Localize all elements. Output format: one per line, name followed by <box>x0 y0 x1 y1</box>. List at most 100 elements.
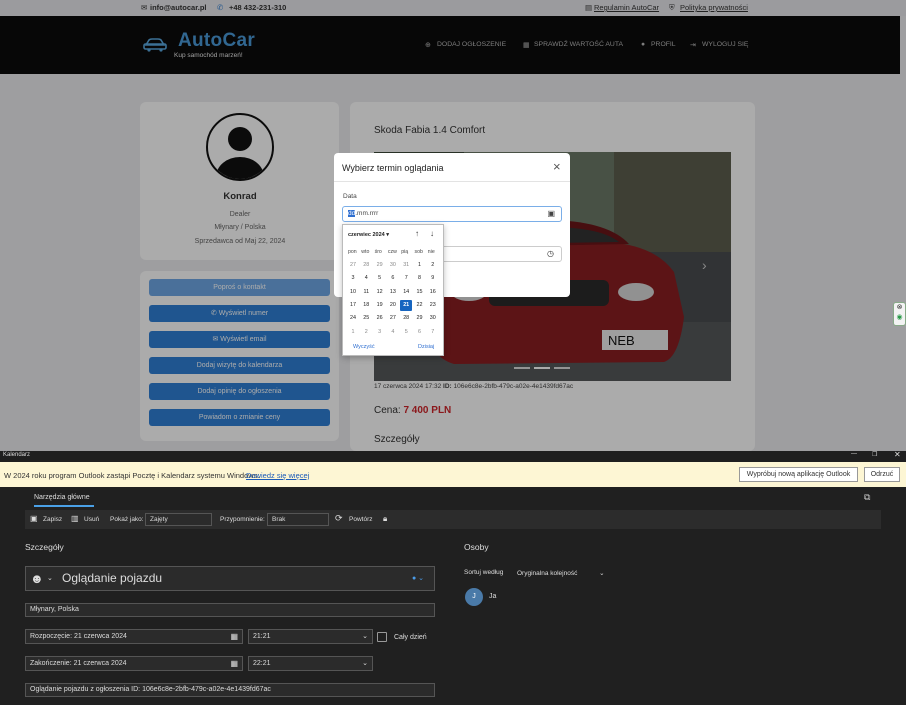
chevron-down-icon[interactable]: ⌄ <box>47 567 53 590</box>
calendar-day[interactable]: 7 <box>400 273 412 284</box>
calendar-day[interactable]: 26 <box>374 313 386 324</box>
calendar-day[interactable]: 30 <box>427 313 439 324</box>
calendar-day[interactable]: 22 <box>414 300 426 311</box>
sort-select[interactable]: Oryginalna kolejność ⌄ <box>517 569 605 577</box>
popout-icon[interactable]: ⧉ <box>864 492 870 503</box>
calendar-day[interactable]: 31 <box>400 260 412 271</box>
calendar-day[interactable]: 9 <box>427 273 439 284</box>
start-label: Rozpoczęcie: <box>30 633 73 640</box>
calendar-icon[interactable]: ▦ <box>230 630 238 643</box>
weekday-pon: pon <box>348 249 357 255</box>
calendar-day[interactable]: 6 <box>414 327 426 338</box>
calendar-day[interactable]: 28 <box>400 313 412 324</box>
calendar-day[interactable]: 21 <box>400 299 413 311</box>
learn-more-link[interactable]: Dowiedz się więcej <box>246 471 309 480</box>
close-window-icon[interactable]: ✕ <box>894 450 901 459</box>
save-button[interactable]: Zapisz <box>43 516 62 523</box>
arrow-down-icon[interactable]: ↓ <box>430 229 434 238</box>
emoji-picker-icon[interactable]: ☻ <box>30 567 44 590</box>
calendar-day[interactable]: 29 <box>374 260 386 271</box>
calendar-day[interactable]: 17 <box>347 300 359 311</box>
info-text: W 2024 roku program Outlook zastąpi Pocz… <box>4 471 260 480</box>
reminder-select[interactable]: Brak <box>267 513 329 526</box>
delete-button[interactable]: Usuń <box>84 516 99 523</box>
person-avatar[interactable]: J <box>465 588 483 606</box>
calendar-day[interactable]: 27 <box>387 313 399 324</box>
details-section-heading: Szczegóły <box>25 542 64 552</box>
calendar-day[interactable]: 3 <box>347 273 359 284</box>
calendar-day[interactable]: 2 <box>360 327 372 338</box>
end-label: Zakończenie: <box>30 660 72 667</box>
calendar-day[interactable]: 30 <box>387 260 399 271</box>
sort-label: Sortuj według <box>464 569 504 576</box>
weekday-wto: wto <box>361 249 370 255</box>
location-input[interactable]: Młynary, Polska <box>25 603 435 617</box>
calendar-day[interactable]: 6 <box>387 273 399 284</box>
browser-viewport: ✉ info@autocar.pl ✆ +48 432-231-310 ▤ Re… <box>0 0 906 451</box>
target-icon[interactable]: ◉ <box>894 313 905 323</box>
end-time-select[interactable]: 22:21 ⌄ <box>248 656 373 671</box>
repeat-button[interactable]: Powtórz <box>349 516 372 523</box>
description-input[interactable]: Oglądanie pojazdu z ogłoszenia ID: 106e6… <box>25 683 435 697</box>
close-circle-icon[interactable]: ⊗ <box>894 303 905 313</box>
calendar-day[interactable]: 13 <box>387 287 399 298</box>
calendar-day[interactable]: 10 <box>347 287 359 298</box>
calendar-day[interactable]: 14 <box>400 287 412 298</box>
weekday-sob: sob <box>414 249 423 255</box>
start-time-select[interactable]: 21:21 ⌄ <box>248 629 373 644</box>
calendar-day[interactable]: 28 <box>360 260 372 271</box>
side-widget[interactable]: ⊗ ◉ <box>893 302 906 326</box>
date-input[interactable]: dd.mm.rrrr ▣ <box>342 206 562 222</box>
event-title-input[interactable]: ☻ ⌄ Oglądanie pojazdu ● ⌄ <box>25 566 435 591</box>
calendar-day[interactable]: 29 <box>414 313 426 324</box>
calendar-day[interactable]: 7 <box>427 327 439 338</box>
date-input-format: .mm.rrrr <box>355 210 379 217</box>
arrow-up-icon[interactable]: ↑ <box>415 229 419 238</box>
calendar-day[interactable]: 16 <box>427 287 439 298</box>
calendar-day[interactable]: 1 <box>414 260 426 271</box>
try-new-outlook-button[interactable]: Wypróbuj nową aplikację Outlook <box>739 467 858 482</box>
clock-icon[interactable]: ◷ <box>547 249 554 258</box>
calendar-day[interactable]: 11 <box>360 287 372 298</box>
calendar-day[interactable]: 20 <box>387 300 399 311</box>
date-label: Data <box>343 193 357 200</box>
calendar-day[interactable]: 27 <box>347 260 359 271</box>
all-day-checkbox[interactable] <box>377 632 387 642</box>
tab-home[interactable]: Narzędzia główne <box>34 494 90 501</box>
calendar-day[interactable]: 24 <box>347 313 359 324</box>
person-name: Ja <box>489 593 497 600</box>
minimize-icon[interactable]: — <box>851 451 857 457</box>
restore-icon[interactable]: ❐ <box>872 451 877 458</box>
end-date: 21 czerwca 2024 <box>73 660 127 667</box>
calendar-day[interactable]: 12 <box>374 287 386 298</box>
calendar-day[interactable]: 4 <box>360 273 372 284</box>
calendar-day[interactable]: 19 <box>374 300 386 311</box>
dismiss-button[interactable]: Odrzuć <box>864 467 900 482</box>
save-icon: ▣ <box>30 514 38 523</box>
start-time: 21:21 <box>253 633 271 640</box>
close-icon[interactable]: × <box>553 159 561 174</box>
show-as-select[interactable]: Zajęty <box>145 513 212 526</box>
calendar-day[interactable]: 4 <box>387 327 399 338</box>
calendar-day[interactable]: 15 <box>414 287 426 298</box>
month-selector[interactable]: czerwiec 2024 ▾ <box>348 232 389 238</box>
category-color-icon[interactable]: ● ⌄ <box>412 567 424 590</box>
calendar-day[interactable]: 18 <box>360 300 372 311</box>
today-button[interactable]: Dzisiaj <box>418 344 434 350</box>
calendar-day[interactable]: 3 <box>374 327 386 338</box>
modal-title: Wybierz termin oglądania <box>342 163 444 173</box>
calendar-day[interactable]: 5 <box>400 327 412 338</box>
modal-divider <box>334 181 570 182</box>
calendar-day[interactable]: 23 <box>427 300 439 311</box>
calendar-icon[interactable]: ▣ <box>547 209 555 218</box>
end-date-input[interactable]: Zakończenie: 21 czerwca 2024 ▦ <box>25 656 243 671</box>
calendar-day[interactable]: 1 <box>347 327 359 338</box>
calendar-day[interactable]: 25 <box>360 313 372 324</box>
clear-date-button[interactable]: Wyczyść <box>353 344 375 350</box>
calendar-day[interactable]: 2 <box>427 260 439 271</box>
calendar-day[interactable]: 8 <box>414 273 426 284</box>
calendar-icon[interactable]: ▦ <box>230 657 238 670</box>
lock-icon[interactable]: 🔒︎ <box>383 514 387 524</box>
calendar-day[interactable]: 5 <box>374 273 386 284</box>
start-date-input[interactable]: Rozpoczęcie: 21 czerwca 2024 ▦ <box>25 629 243 644</box>
